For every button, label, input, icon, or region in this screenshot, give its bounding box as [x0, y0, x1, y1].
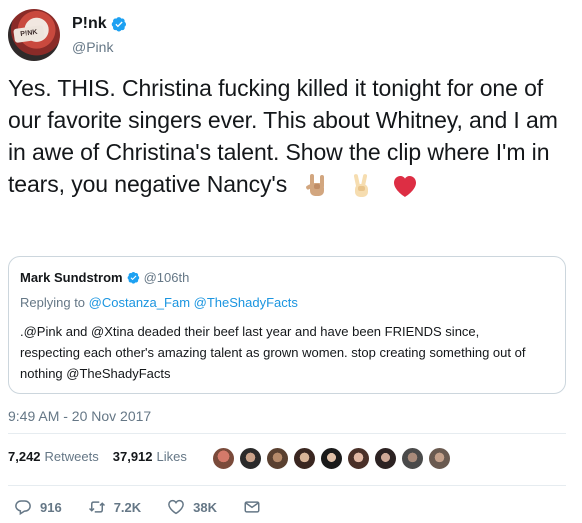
liker-avatar[interactable]	[239, 447, 262, 470]
liker-avatars	[212, 447, 455, 470]
reply-mention-link[interactable]: @TheShadyFacts	[194, 295, 298, 310]
verified-badge-icon	[127, 271, 139, 284]
avatar-logo-text: P!NK	[13, 24, 45, 44]
like-button[interactable]: 38K	[167, 498, 217, 516]
tweet-text: Yes. THIS. Christina fucking killed it t…	[8, 75, 558, 197]
liker-avatar[interactable]	[293, 447, 316, 470]
emoji-row	[303, 172, 435, 200]
quoted-tweet-text: .@Pink and @Xtina deaded their beef last…	[20, 324, 526, 381]
like-count: 38K	[193, 499, 218, 515]
heart-icon	[168, 499, 185, 515]
liker-avatar[interactable]	[401, 447, 424, 470]
liker-avatar[interactable]	[266, 447, 289, 470]
reply-prefix: Replying to	[20, 295, 86, 310]
reply-button[interactable]: 916	[14, 498, 62, 516]
retweets-label[interactable]: Retweets	[45, 449, 99, 464]
quoted-author-name[interactable]: Mark Sundstrom	[20, 270, 123, 285]
sign-of-the-horns-icon	[306, 173, 325, 196]
retweet-button[interactable]: 7.2K	[88, 498, 141, 516]
author-handle[interactable]: @Pink	[72, 39, 113, 55]
engagement-stats: 7,242 Retweets 37,912 Likes	[8, 449, 201, 464]
tweet-timestamp[interactable]: 9:49 AM - 20 Nov 2017	[8, 408, 151, 424]
quoted-reply-context: Replying to @Costanza_Fam @TheShadyFacts	[20, 295, 298, 310]
envelope-icon	[244, 501, 260, 513]
red-heart-icon	[394, 175, 417, 197]
direct-message-button[interactable]	[243, 498, 261, 516]
reply-count: 916	[40, 499, 62, 515]
victory-hand-icon	[354, 174, 369, 197]
likes-label[interactable]: Likes	[157, 449, 187, 464]
retweet-icon	[88, 501, 105, 513]
author-avatar[interactable]: P!NK	[8, 9, 60, 61]
liker-avatar[interactable]	[374, 447, 397, 470]
tweet-actions: 916 7.2K 38K	[14, 498, 287, 516]
retweets-count[interactable]: 7,242	[8, 449, 41, 464]
author-display-name[interactable]: P!nk	[72, 15, 107, 33]
liker-avatar[interactable]	[320, 447, 343, 470]
liker-avatar[interactable]	[347, 447, 370, 470]
liker-avatar[interactable]	[212, 447, 235, 470]
likes-count[interactable]: 37,912	[113, 449, 153, 464]
reply-icon	[15, 500, 31, 516]
quoted-author-row: Mark Sundstrom @106th	[20, 270, 189, 285]
reply-mention-link[interactable]: @Costanza_Fam	[89, 295, 190, 310]
divider	[8, 433, 566, 434]
tweet-body: Yes. THIS. Christina fucking killed it t…	[8, 72, 574, 200]
quoted-tweet[interactable]: Mark Sundstrom @106th Replying to @Costa…	[8, 256, 566, 394]
divider	[8, 485, 566, 486]
verified-badge-icon	[111, 17, 126, 32]
quoted-author-handle[interactable]: @106th	[144, 270, 190, 285]
author-name-row: P!nk	[72, 15, 127, 33]
retweet-count: 7.2K	[113, 499, 142, 515]
liker-avatar[interactable]	[428, 447, 451, 470]
tweet-header: P!NK P!nk @Pink	[8, 9, 568, 61]
